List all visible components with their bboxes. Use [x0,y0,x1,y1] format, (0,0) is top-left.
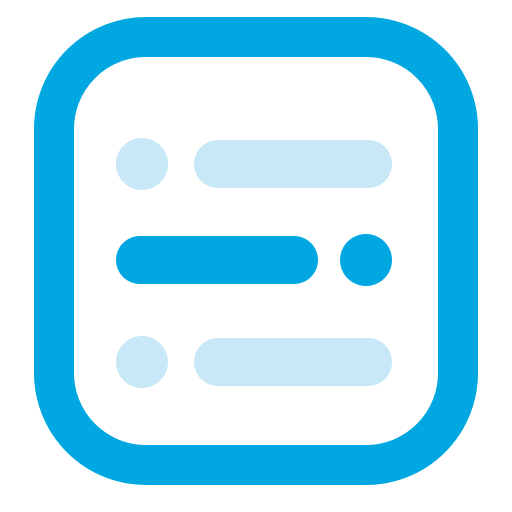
light-bar-bottom [194,338,392,386]
light-dot-bottom [116,336,168,388]
light-dot-top [116,138,168,190]
light-bar-top [194,140,392,188]
dark-dot-middle [340,234,392,286]
app-icon-canvas [0,0,512,512]
dark-bar-middle [116,236,318,284]
